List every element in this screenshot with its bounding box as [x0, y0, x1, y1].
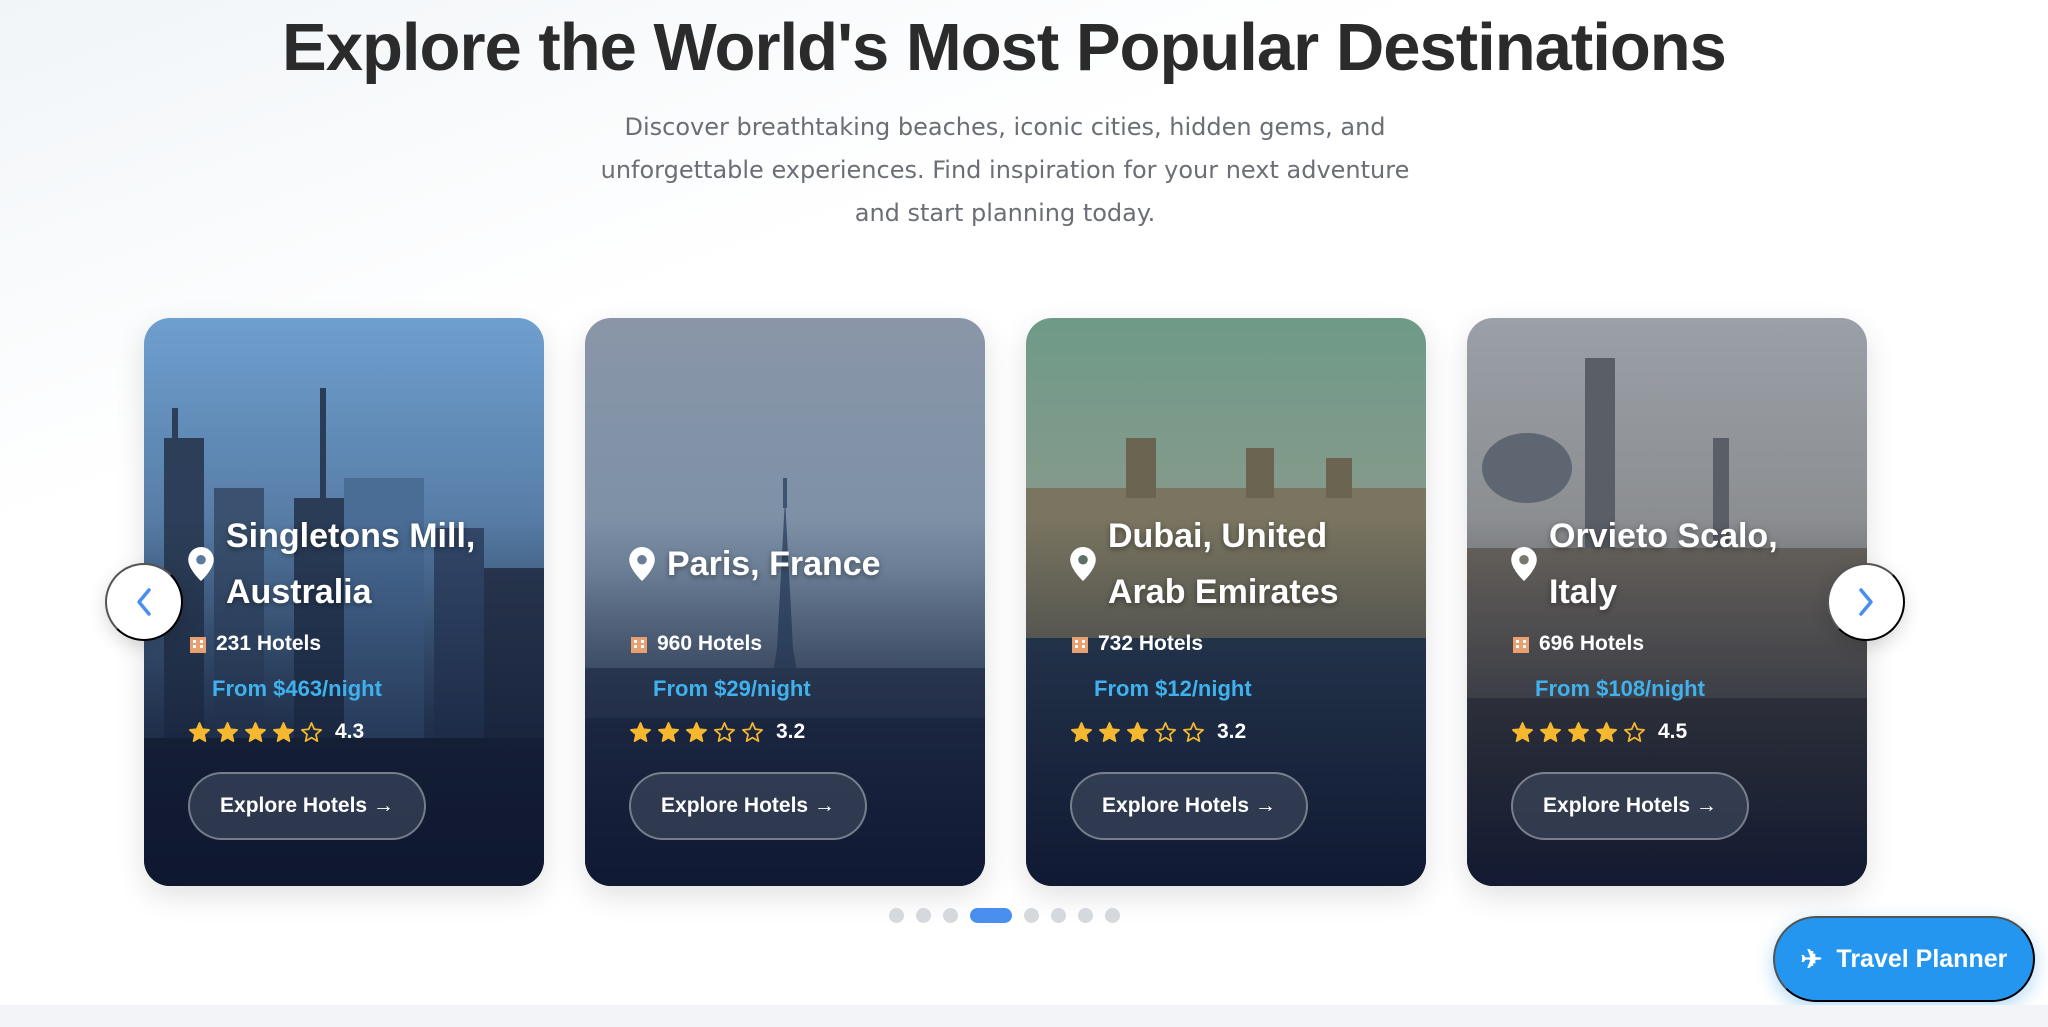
card-content: Singletons Mill, Australia 231 Hotels Fr…	[188, 508, 524, 744]
star-filled-icon	[189, 721, 210, 742]
carousel-next-button[interactable]	[1827, 563, 1905, 641]
star-filled-icon	[273, 721, 294, 742]
page-subtitle: Discover breathtaking beaches, iconic ci…	[600, 113, 1410, 227]
card-content: Dubai, United Arab Emirates 732 Hotels F…	[1070, 508, 1406, 744]
star-filled-icon	[1596, 721, 1617, 742]
rating-value: 4.5	[1658, 720, 1688, 743]
explore-hotels-button[interactable]: Explore Hotels →	[188, 772, 426, 840]
chevron-right-icon	[1859, 588, 1873, 616]
pagination-dot[interactable]	[1051, 908, 1066, 923]
star-filled-icon	[1099, 721, 1120, 742]
star-filled-icon	[686, 721, 707, 742]
star-filled-icon	[1071, 721, 1092, 742]
star-empty-icon	[1624, 721, 1645, 742]
star-empty-icon	[714, 721, 735, 742]
rating-value: 4.3	[335, 720, 365, 743]
hotels-count-row: 696 Hotels	[1511, 632, 1847, 656]
explore-hotels-button[interactable]: Explore Hotels →	[629, 772, 867, 840]
rating-value: 3.2	[776, 720, 806, 743]
star-rating	[1070, 721, 1205, 744]
carousel-pagination	[889, 908, 1120, 923]
hotel-icon	[190, 637, 206, 653]
star-filled-icon	[658, 721, 679, 742]
destination-carousel: Singletons Mill, Australia 231 Hotels Fr…	[0, 318, 2048, 886]
price-text: From $108/night	[1535, 676, 1705, 701]
card-content: Orvieto Scalo, Italy 696 Hotels From $10…	[1511, 508, 1847, 744]
explore-hotels-button[interactable]: Explore Hotels →	[1070, 772, 1308, 840]
pagination-dot[interactable]	[916, 908, 931, 923]
star-rating	[1511, 721, 1646, 744]
hotels-count: 231 Hotels	[216, 632, 322, 655]
star-filled-icon	[217, 721, 238, 742]
destination-card[interactable]: Orvieto Scalo, Italy 696 Hotels From $10…	[1467, 318, 1867, 886]
star-rating	[629, 721, 764, 744]
footer-band	[0, 1005, 2048, 1027]
rating-row: 3.2	[1070, 720, 1406, 744]
star-filled-icon	[1568, 721, 1589, 742]
star-filled-icon	[630, 721, 651, 742]
star-filled-icon	[1127, 721, 1148, 742]
pagination-dot[interactable]	[943, 908, 958, 923]
carousel-prev-button[interactable]	[105, 563, 183, 641]
rating-row: 4.3	[188, 720, 524, 744]
hotels-count-row: 960 Hotels	[629, 632, 965, 656]
location-name: Dubai, United Arab Emirates	[1108, 517, 1339, 611]
hotel-icon	[1072, 637, 1088, 653]
location-name: Singletons Mill, Australia	[226, 517, 476, 611]
map-pin-icon	[1070, 547, 1096, 581]
location-name: Paris, France	[667, 545, 881, 583]
location-row: Paris, France	[629, 508, 965, 620]
star-filled-icon	[1540, 721, 1561, 742]
location-name: Orvieto Scalo, Italy	[1549, 517, 1778, 611]
star-empty-icon	[1183, 721, 1204, 742]
map-pin-icon	[188, 547, 214, 581]
rating-value: 3.2	[1217, 720, 1247, 743]
location-row: Dubai, United Arab Emirates	[1070, 508, 1406, 620]
rating-row: 4.5	[1511, 720, 1847, 744]
star-rating	[188, 721, 323, 744]
pagination-dot[interactable]	[1105, 908, 1120, 923]
map-pin-icon	[1511, 547, 1537, 581]
star-filled-icon	[1512, 721, 1533, 742]
star-empty-icon	[1155, 721, 1176, 742]
star-empty-icon	[301, 721, 322, 742]
airplane-icon: ✈	[1800, 943, 1823, 974]
destination-card[interactable]: Dubai, United Arab Emirates 732 Hotels F…	[1026, 318, 1426, 886]
pagination-dot-active[interactable]	[970, 908, 1012, 923]
explore-hotels-button[interactable]: Explore Hotels →	[1511, 772, 1749, 840]
pagination-dot[interactable]	[1024, 908, 1039, 923]
hotels-count-row: 732 Hotels	[1070, 632, 1406, 656]
price-text: From $29/night	[653, 676, 811, 701]
rating-row: 3.2	[629, 720, 965, 744]
chevron-left-icon	[137, 588, 151, 616]
location-row: Orvieto Scalo, Italy	[1511, 508, 1847, 620]
hotels-count: 732 Hotels	[1098, 632, 1204, 655]
hotels-count-row: 231 Hotels	[188, 632, 524, 656]
travel-planner-label: Travel Planner	[1836, 944, 2008, 973]
card-content: Paris, France 960 Hotels From $29/night …	[629, 508, 965, 744]
page-title: Explore the World's Most Popular Destina…	[282, 10, 1727, 85]
hotel-icon	[1513, 637, 1529, 653]
travel-planner-button[interactable]: ✈ Travel Planner	[1773, 916, 2035, 1002]
price-text: From $12/night	[1094, 676, 1252, 701]
pagination-dot[interactable]	[1078, 908, 1093, 923]
price-text: From $463/night	[212, 676, 382, 701]
hotels-count: 960 Hotels	[657, 632, 763, 655]
hotel-icon	[631, 637, 647, 653]
hotels-count: 696 Hotels	[1539, 632, 1645, 655]
destination-card[interactable]: Singletons Mill, Australia 231 Hotels Fr…	[144, 318, 544, 886]
map-pin-icon	[629, 547, 655, 581]
star-empty-icon	[742, 721, 763, 742]
destination-card[interactable]: Paris, France 960 Hotels From $29/night …	[585, 318, 985, 886]
pagination-dot[interactable]	[889, 908, 904, 923]
location-row: Singletons Mill, Australia	[188, 508, 524, 620]
star-filled-icon	[245, 721, 266, 742]
